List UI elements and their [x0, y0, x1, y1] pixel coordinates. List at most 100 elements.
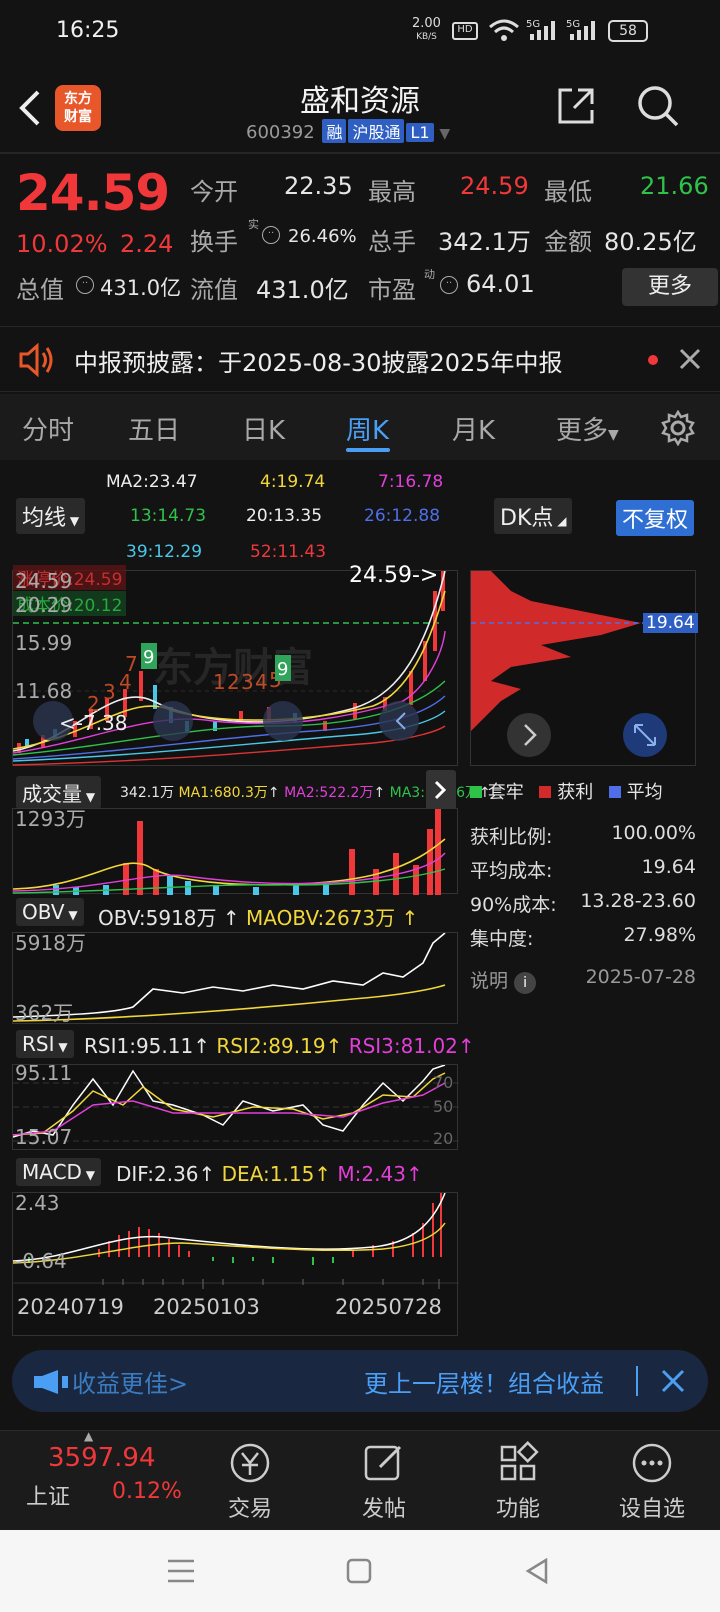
high-value: 24.59	[460, 172, 529, 200]
low-price-pointer: <-7.38	[59, 711, 128, 735]
svg-text:5G: 5G	[566, 19, 580, 30]
avg-cost-label: 19.64	[643, 613, 698, 633]
nav-trade-label: 交易	[227, 1497, 272, 1522]
ma-selector-button[interactable]: 均线 ▼	[16, 498, 86, 534]
tab-five-day[interactable]: 五日	[128, 410, 180, 447]
macd-indicator-button[interactable]: MACD ▼	[16, 1158, 101, 1186]
svg-text:2: 2	[227, 670, 240, 694]
info-icon[interactable]: ··	[262, 226, 280, 244]
volume-y-label: 1293万	[15, 807, 86, 831]
close-icon-2[interactable]	[660, 1368, 686, 1394]
svg-text:5G: 5G	[526, 19, 540, 30]
info-icon-3[interactable]: ··	[440, 276, 458, 294]
settings-gear-icon[interactable]	[660, 410, 696, 446]
y-axis-2: 20.29	[15, 593, 73, 617]
y-axis-top: 24.59	[15, 569, 73, 593]
promo-banner[interactable]: 收益更佳> 更上一层楼！组合收益	[12, 1350, 708, 1412]
speaker-icon	[19, 343, 53, 377]
actual-superscript: 实	[248, 218, 259, 231]
nav-trade[interactable]: 交易	[200, 1431, 300, 1523]
caret-up-icon: ▲	[84, 1429, 94, 1443]
rsi-grid-50: 50	[433, 1097, 454, 1116]
chevron-down-icon: ▼	[439, 126, 451, 142]
svg-text:3: 3	[103, 680, 116, 704]
chip-distribution[interactable]: 19.64	[470, 570, 698, 766]
ma2-legend: MA2:23.47	[106, 472, 198, 492]
info-icon-4: i	[514, 972, 537, 994]
index-pct: 0.12%	[112, 1479, 182, 1504]
home-icon[interactable]	[346, 1558, 372, 1584]
expand-arrow-icon[interactable]	[426, 770, 456, 810]
kline-chart[interactable]: 东方财富 234712345 9 9	[12, 563, 458, 766]
ma39-legend: 39:12.29	[126, 542, 203, 562]
menu-icon[interactable]	[166, 1558, 196, 1584]
more-quote-button[interactable]: 更多	[622, 268, 718, 306]
back-icon[interactable]	[524, 1558, 550, 1584]
system-nav-bar	[0, 1530, 720, 1612]
amount-value: 80.25亿	[604, 228, 697, 256]
abs-change: 2.24	[120, 230, 174, 258]
tab-intraday[interactable]: 分时	[22, 410, 74, 447]
search-icon[interactable]	[636, 84, 680, 128]
stock-code-row[interactable]: 600392 融沪股通 L1 ▼	[246, 119, 450, 143]
turnover-label: 换手	[190, 228, 238, 256]
volume-chart[interactable]: 1293万	[12, 807, 458, 895]
network-speed: 2.00 KB/S	[412, 16, 441, 42]
clock: 16:25	[56, 18, 120, 43]
macd-y-bottom: -0.64	[15, 1249, 67, 1273]
y-axis-3: 15.99	[15, 631, 73, 655]
unread-dot	[648, 355, 658, 365]
pct-change: 10.02%	[16, 230, 108, 258]
tab-daily-k[interactable]: 日K	[242, 410, 285, 447]
macd-y-top: 2.43	[15, 1191, 60, 1215]
obv-legend: OBV:5918万 ↑ MAOBV:2673万 ↑	[98, 906, 419, 930]
volume-value: 342.1万	[438, 228, 531, 256]
profit-ratio: 获利比例: 100.00%	[470, 822, 696, 848]
nav-functions[interactable]: 功能	[468, 1431, 568, 1523]
no-adjust-button[interactable]: 不复权	[616, 500, 695, 536]
notice-text: 中报预披露：于2025-08-30披露2025年中报	[74, 349, 563, 377]
high-label: 最高	[368, 178, 416, 206]
float-label: 流值	[190, 276, 238, 304]
tab-more[interactable]: 更多▼	[556, 410, 619, 447]
close-icon[interactable]	[678, 347, 702, 371]
signal-5g-icon-2: 5G	[566, 19, 595, 40]
chip-explain[interactable]: 说明 i 2025-07-28	[470, 966, 696, 994]
low-label: 最低	[544, 178, 592, 206]
nav-post[interactable]: 发帖	[334, 1431, 434, 1523]
ma4-legend: 4:19.74	[260, 472, 326, 492]
notice-bar[interactable]: 中报预披露：于2025-08-30披露2025年中报	[0, 326, 720, 392]
macd-legend: DIF:2.36↑ DEA:1.15↑ M:2.43↑	[116, 1162, 423, 1186]
dynamic-superscript: 动	[424, 268, 435, 281]
chip-legend: 套牢 获利 平均	[470, 778, 710, 804]
rsi-y-top: 95.11	[15, 1061, 73, 1085]
dk-point-button[interactable]: DK点 ◢	[494, 498, 573, 534]
obv-y-top: 5918万	[15, 931, 86, 955]
obv-y-bottom: 362万	[15, 1001, 74, 1025]
share-icon[interactable]	[556, 86, 596, 126]
macd-chart[interactable]: 2.43 -0.64 20240719 20250103 20250728	[12, 1191, 459, 1336]
obv-indicator-button[interactable]: OBV ▼	[16, 898, 84, 926]
avg-cost: 平均成本: 19.64	[470, 856, 696, 882]
megaphone-icon	[34, 1370, 68, 1394]
date-start: 20240719	[17, 1295, 124, 1319]
amount-label: 金额	[544, 228, 592, 256]
tab-monthly-k[interactable]: 月K	[452, 410, 495, 447]
banner-text-left: 收益更佳>	[72, 1370, 189, 1398]
open-label: 今开	[190, 178, 238, 206]
rsi-grid-70: 70	[433, 1073, 454, 1092]
pe-value: 64.01	[466, 270, 535, 298]
nav-add-watchlist[interactable]: 设自选	[602, 1431, 702, 1523]
mktcap-value: 431.0亿	[100, 276, 182, 300]
tag-margin: 融	[322, 119, 347, 143]
obv-chart[interactable]: 5918万 362万	[12, 931, 458, 1025]
info-icon-2[interactable]: ··	[76, 276, 94, 294]
rsi-indicator-button[interactable]: RSI ▼	[16, 1030, 74, 1058]
nav-functions-label: 功能	[495, 1497, 540, 1522]
grid-icon	[500, 1441, 539, 1481]
rsi-chart[interactable]: 95.11 15.07 70 50 20	[12, 1061, 459, 1150]
tab-weekly-k[interactable]: 周K	[346, 410, 389, 447]
open-value: 22.35	[284, 172, 353, 200]
status-bar: 16:25 2.00 KB/S HD 5G 5G 58	[0, 0, 720, 64]
divider	[636, 1366, 638, 1396]
